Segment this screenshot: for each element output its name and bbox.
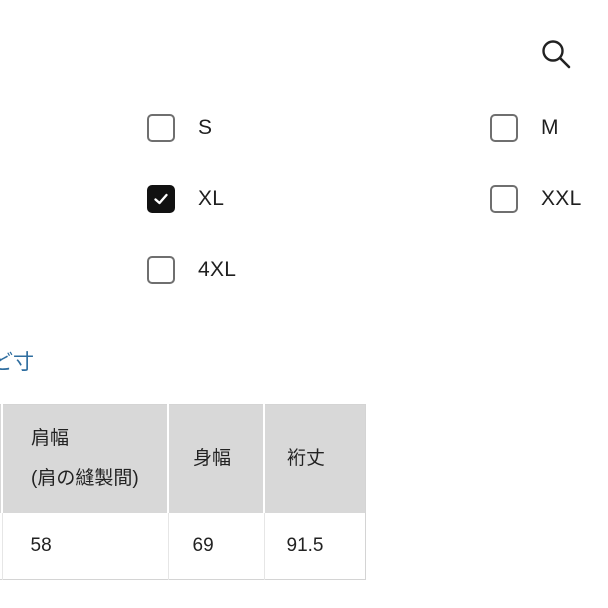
size-label-xl: XL (198, 187, 225, 210)
checkmark-icon (154, 193, 168, 205)
table-header-row: 肩幅 (肩の縫製間) 身幅 裄丈 (0, 404, 366, 513)
size-label-xxl: XXL (541, 187, 582, 210)
size-option-m[interactable]: M (490, 114, 559, 142)
search-icon (542, 40, 571, 69)
size-guide-link[interactable]: ど寸 (0, 346, 34, 376)
table-header-body-width: 身幅 (168, 404, 265, 513)
table-header-label: 身幅 (193, 448, 232, 469)
size-checkbox-m[interactable] (490, 114, 518, 142)
size-label-s: S (198, 116, 213, 139)
size-option-4xl[interactable]: 4XL (147, 256, 236, 284)
size-checkbox-xl[interactable] (147, 185, 175, 213)
size-option-s[interactable]: S (147, 114, 212, 142)
size-checkbox-4xl[interactable] (147, 256, 175, 284)
size-table: 肩幅 (肩の縫製間) 身幅 裄丈 58 69 91.5 (0, 404, 366, 580)
size-checkbox-xxl[interactable] (490, 185, 518, 213)
table-row: 58 69 91.5 (0, 513, 366, 580)
size-checkbox-s[interactable] (147, 114, 175, 142)
size-filter-page: S M XL XXL 4XL ど寸 肩幅 (肩の縫製間) 身幅 裄丈 58 69… (0, 0, 608, 608)
table-header-label: 裄丈 (287, 448, 326, 469)
table-cell: 91.5 (264, 513, 366, 580)
table-cell: 69 (168, 513, 265, 580)
size-option-xl[interactable]: XL (147, 185, 224, 213)
size-label-4xl: 4XL (198, 258, 237, 281)
table-header-label: 肩幅 (31, 428, 70, 449)
table-header-sublabel: (肩の縫製間) (31, 468, 139, 489)
search-button[interactable] (538, 36, 574, 72)
size-label-m: M (541, 116, 559, 139)
table-header-shoulder-width: 肩幅 (肩の縫製間) (2, 404, 169, 513)
table-cell: 58 (2, 513, 169, 580)
size-option-xxl[interactable]: XXL (490, 185, 582, 213)
table-header-sleeve-length: 裄丈 (264, 404, 366, 513)
